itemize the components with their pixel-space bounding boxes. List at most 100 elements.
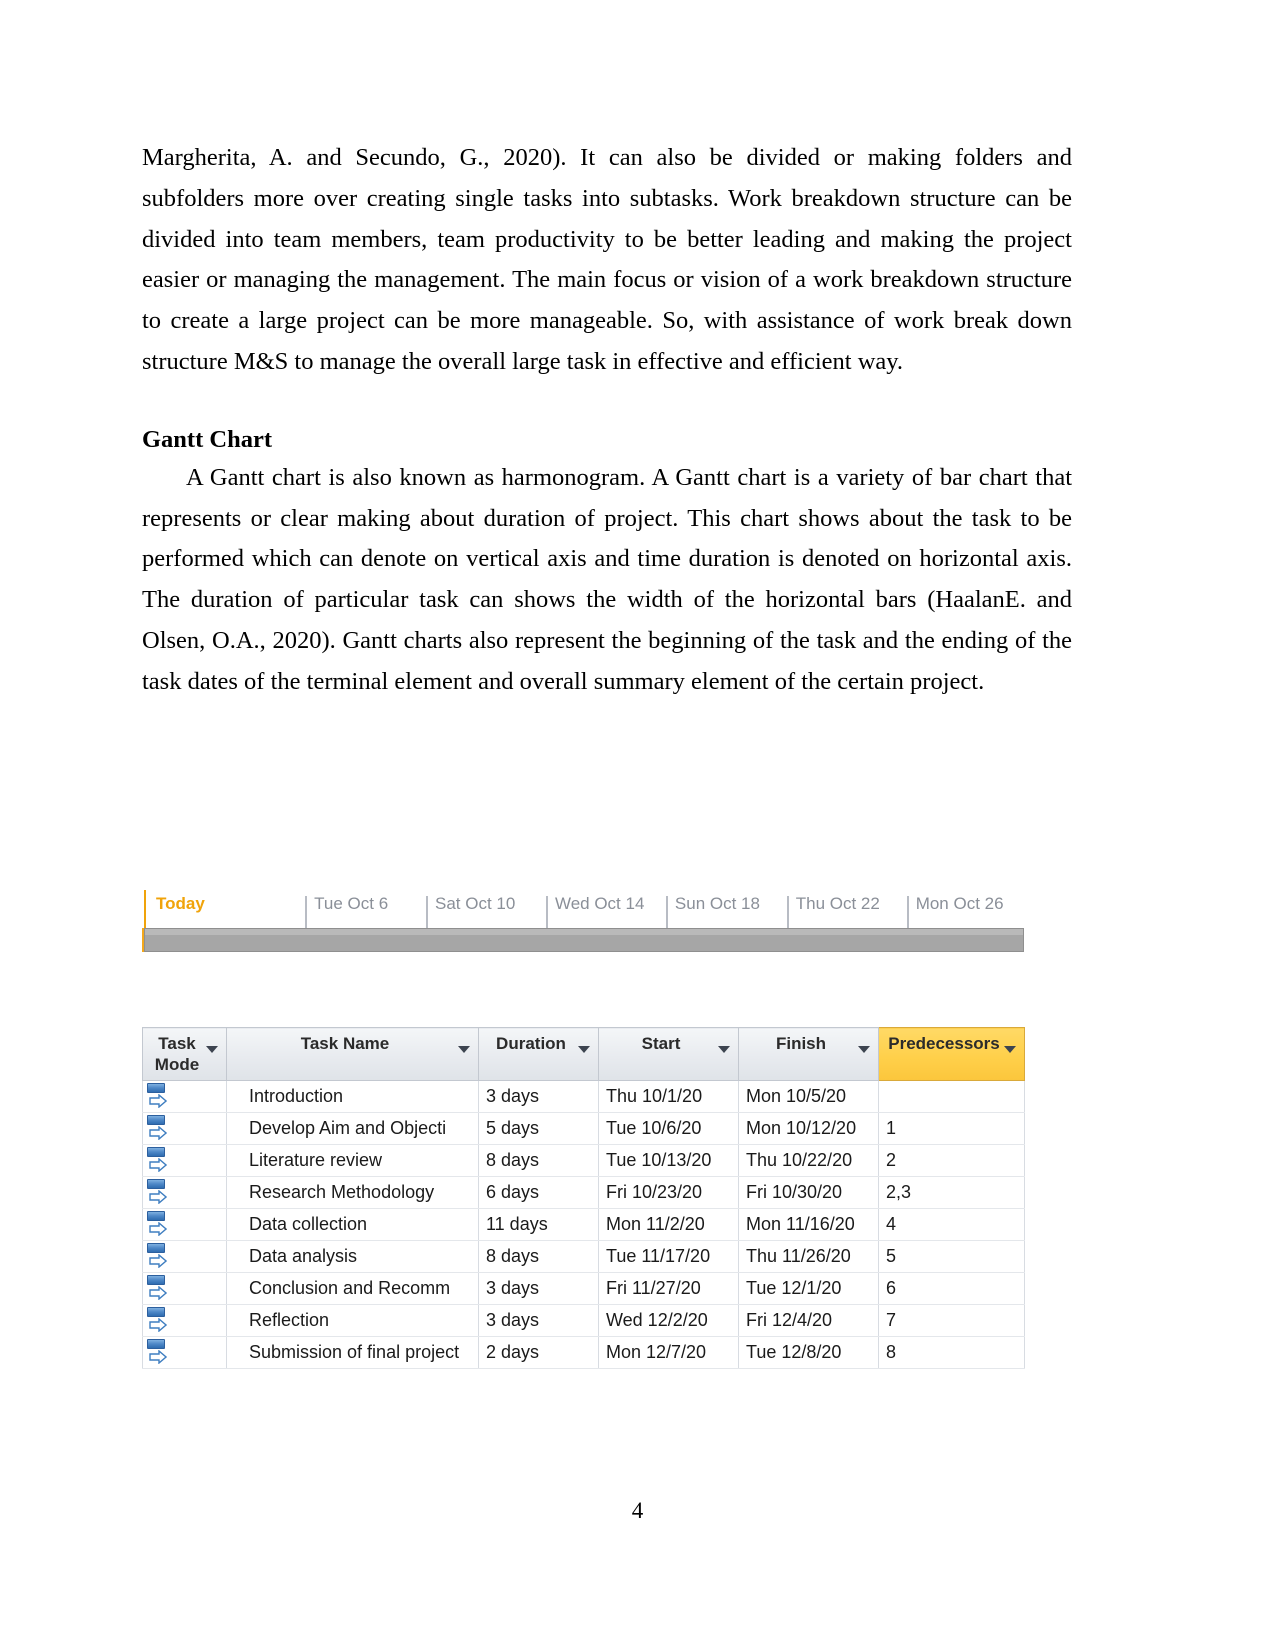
cell-task-name[interactable]: Data analysis bbox=[226, 1240, 479, 1273]
page-number: 4 bbox=[631, 1498, 644, 1523]
filter-arrow-icon[interactable] bbox=[858, 1046, 870, 1053]
cell-predecessors[interactable]: 7 bbox=[878, 1304, 1025, 1337]
cell-task-name[interactable]: Reflection bbox=[226, 1304, 479, 1337]
cell-finish[interactable]: Thu 10/22/20 bbox=[738, 1144, 879, 1177]
column-header-finish[interactable]: Finish bbox=[738, 1027, 879, 1081]
cell-predecessors-text: 2,3 bbox=[886, 1182, 912, 1202]
filter-arrow-icon[interactable] bbox=[718, 1046, 730, 1053]
cell-duration[interactable]: 8 days bbox=[478, 1144, 599, 1177]
cell-duration[interactable]: 3 days bbox=[478, 1304, 599, 1337]
cell-task-mode[interactable] bbox=[142, 1144, 227, 1177]
cell-start[interactable]: Wed 12/2/20 bbox=[598, 1304, 739, 1337]
cell-predecessors[interactable] bbox=[878, 1080, 1025, 1113]
column-header-start[interactable]: Start bbox=[598, 1027, 739, 1081]
column-header-task-name[interactable]: Task Name bbox=[226, 1027, 479, 1081]
cell-duration-text: 8 days bbox=[486, 1246, 540, 1266]
cell-start[interactable]: Mon 12/7/20 bbox=[598, 1336, 739, 1369]
cell-duration[interactable]: 11 days bbox=[478, 1208, 599, 1241]
cell-task-name[interactable]: Literature review bbox=[226, 1144, 479, 1177]
cell-task-name[interactable]: Research Methodology bbox=[226, 1176, 479, 1209]
cell-predecessors[interactable]: 2 bbox=[878, 1144, 1025, 1177]
cell-start[interactable]: Mon 11/2/20 bbox=[598, 1208, 739, 1241]
cell-task-mode[interactable] bbox=[142, 1272, 227, 1305]
cell-duration-text: 3 days bbox=[486, 1086, 540, 1106]
cell-task-name-text: Research Methodology bbox=[249, 1182, 435, 1202]
cell-duration[interactable]: 3 days bbox=[478, 1272, 599, 1305]
cell-finish[interactable]: Tue 12/8/20 bbox=[738, 1336, 879, 1369]
paragraph-wbs: Margherita, A. and Secundo, G., 2020). I… bbox=[142, 144, 1072, 375]
cell-finish[interactable]: Mon 11/16/20 bbox=[738, 1208, 879, 1241]
table-row[interactable]: Submission of final project 2 days Mon 12/… bbox=[142, 1336, 1025, 1369]
cell-duration[interactable]: 6 days bbox=[478, 1176, 599, 1209]
filter-arrow-icon[interactable] bbox=[1004, 1046, 1016, 1053]
cell-predecessors[interactable]: 6 bbox=[878, 1272, 1025, 1305]
cell-task-mode[interactable] bbox=[142, 1304, 227, 1337]
cell-finish[interactable]: Mon 10/5/20 bbox=[738, 1080, 879, 1113]
cell-start[interactable]: Fri 11/27/20 bbox=[598, 1272, 739, 1305]
table-row[interactable]: Literature review 8 days Tue 10/13/20 Thu 1… bbox=[142, 1144, 1025, 1177]
auto-scheduled-icon bbox=[146, 1339, 170, 1365]
cell-predecessors[interactable]: 8 bbox=[878, 1336, 1025, 1369]
cell-task-mode[interactable] bbox=[142, 1208, 227, 1241]
table-row[interactable]: Research Methodology 6 days Fri 10/23/20 Fr… bbox=[142, 1176, 1025, 1209]
column-header-task-mode-label: Task Mode bbox=[154, 1034, 200, 1074]
cell-duration[interactable]: 8 days bbox=[478, 1240, 599, 1273]
cell-task-name[interactable]: Introduction bbox=[226, 1080, 479, 1113]
timeline-tick-label: Thu Oct 22 bbox=[795, 894, 880, 913]
cell-task-name[interactable]: Submission of final project bbox=[226, 1336, 479, 1369]
cell-start[interactable]: Tue 10/13/20 bbox=[598, 1144, 739, 1177]
cell-task-name-text: Introduction bbox=[249, 1086, 344, 1106]
table-row[interactable]: Introduction 3 days Thu 10/1/20 Mon 10/5/20 bbox=[142, 1080, 1025, 1113]
cell-predecessors[interactable]: 5 bbox=[878, 1240, 1025, 1273]
cell-start[interactable]: Tue 10/6/20 bbox=[598, 1112, 739, 1145]
table-row[interactable]: Develop Aim and Objecti 5 days Tue 10/6/20… bbox=[142, 1112, 1025, 1145]
timeline-tick-icon bbox=[786, 896, 789, 928]
timeline-tick-label: Mon Oct 26 bbox=[915, 894, 1004, 913]
cell-start-text: Tue 11/17/20 bbox=[606, 1246, 711, 1266]
cell-start[interactable]: Thu 10/1/20 bbox=[598, 1080, 739, 1113]
cell-finish[interactable]: Mon 10/12/20 bbox=[738, 1112, 879, 1145]
column-header-task-mode[interactable]: Task Mode bbox=[142, 1027, 227, 1081]
auto-scheduled-icon bbox=[146, 1147, 170, 1173]
table-row[interactable]: Data collection 11 days Mon 11/2/20 Mon 11/… bbox=[142, 1208, 1025, 1241]
table-row[interactable]: Conclusion and Recomm 3 days Fri 11/27/20 T… bbox=[142, 1272, 1025, 1305]
cell-finish-text: Mon 11/16/20 bbox=[746, 1214, 855, 1234]
column-header-duration[interactable]: Duration bbox=[478, 1027, 599, 1081]
cell-task-name-text: Submission of final project bbox=[249, 1342, 460, 1362]
column-header-predecessors[interactable]: Predecessors bbox=[878, 1027, 1025, 1081]
cell-start[interactable]: Fri 10/23/20 bbox=[598, 1176, 739, 1209]
cell-start[interactable]: Tue 11/17/20 bbox=[598, 1240, 739, 1273]
table-row[interactable]: Data analysis 8 days Tue 11/17/20 Thu 11/26… bbox=[142, 1240, 1025, 1273]
cell-duration[interactable]: 5 days bbox=[478, 1112, 599, 1145]
timeline-bar-highlight bbox=[145, 929, 1023, 935]
timeline-pan-bar[interactable] bbox=[144, 928, 1024, 952]
cell-predecessors[interactable]: 4 bbox=[878, 1208, 1025, 1241]
cell-predecessors[interactable]: 1 bbox=[878, 1112, 1025, 1145]
filter-arrow-icon[interactable] bbox=[206, 1046, 218, 1053]
cell-finish-text: Fri 10/30/20 bbox=[746, 1182, 843, 1202]
cell-duration[interactable]: 3 days bbox=[478, 1080, 599, 1113]
table-row[interactable]: Reflection 3 days Wed 12/2/20 Fri 12/4/20 7 bbox=[142, 1304, 1025, 1337]
cell-finish[interactable]: Fri 10/30/20 bbox=[738, 1176, 879, 1209]
cell-finish[interactable]: Fri 12/4/20 bbox=[738, 1304, 879, 1337]
filter-arrow-icon[interactable] bbox=[578, 1046, 590, 1053]
filter-arrow-icon[interactable] bbox=[458, 1046, 470, 1053]
cell-task-mode[interactable] bbox=[142, 1080, 227, 1113]
cell-task-name[interactable]: Data collection bbox=[226, 1208, 479, 1241]
cell-task-name[interactable]: Develop Aim and Objecti bbox=[226, 1112, 479, 1145]
auto-scheduled-icon bbox=[146, 1115, 170, 1141]
cell-finish[interactable]: Tue 12/1/20 bbox=[738, 1272, 879, 1305]
cell-task-mode[interactable] bbox=[142, 1176, 227, 1209]
cell-duration[interactable]: 2 days bbox=[478, 1336, 599, 1369]
document-body: Margherita, A. and Secundo, G., 2020). I… bbox=[142, 138, 1072, 703]
timeline-tick-icon bbox=[665, 896, 668, 928]
cell-duration-text: 5 days bbox=[486, 1118, 540, 1138]
cell-task-mode[interactable] bbox=[142, 1112, 227, 1145]
cell-predecessors-text: 8 bbox=[886, 1342, 897, 1362]
cell-predecessors[interactable]: 2,3 bbox=[878, 1176, 1025, 1209]
cell-task-mode[interactable] bbox=[142, 1240, 227, 1273]
cell-finish[interactable]: Thu 11/26/20 bbox=[738, 1240, 879, 1273]
cell-task-name[interactable]: Conclusion and Recomm bbox=[226, 1272, 479, 1305]
cell-task-mode[interactable] bbox=[142, 1336, 227, 1369]
